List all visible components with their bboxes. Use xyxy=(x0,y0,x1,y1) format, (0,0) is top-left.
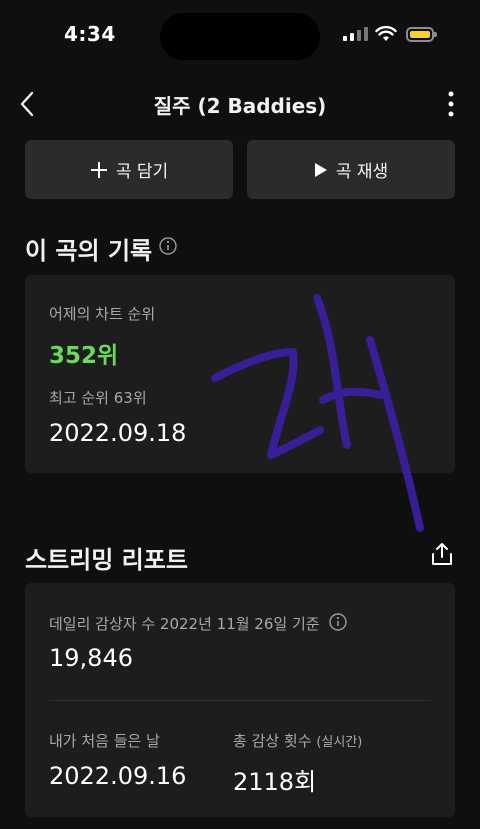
total-plays-label-group: 총 감상 횟수 (실시간) xyxy=(233,730,362,751)
play-button-label: 곡 재생 xyxy=(335,162,389,182)
more-options-icon[interactable] xyxy=(444,90,458,120)
daily-listeners-value: 19,846 xyxy=(49,644,133,672)
first-listen-label: 내가 처음 들은 날 xyxy=(49,732,160,750)
wifi-icon xyxy=(375,25,397,41)
yesterday-rank-value: 352위 xyxy=(49,343,119,369)
streaming-report-card: 데일리 감상자 수 2022년 11월 26일 기준 19,846 내가 처음 … xyxy=(25,583,455,817)
add-button-label: 곡 담기 xyxy=(115,162,169,182)
song-record-title: 이 곡의 기록 xyxy=(25,237,153,265)
page-title: 질주 (2 Baddies) xyxy=(153,94,327,118)
total-plays-label: 총 감상 횟수 xyxy=(233,732,312,750)
add-to-playlist-button[interactable]: 곡 담기 xyxy=(25,140,233,199)
play-song-button[interactable]: 곡 재생 xyxy=(247,140,455,199)
streaming-report-title: 스트리밍 리포트 xyxy=(25,546,188,574)
info-icon[interactable] xyxy=(159,237,177,255)
status-time: 4:34 xyxy=(64,22,116,46)
yesterday-rank-label: 어제의 차트 순위 xyxy=(49,305,156,323)
best-rank-label: 최고 순위 63위 xyxy=(49,389,147,407)
dynamic-island xyxy=(160,13,320,60)
total-plays-value: 2118회 xyxy=(233,768,317,796)
divider xyxy=(49,700,431,701)
info-icon[interactable] xyxy=(329,613,347,631)
battery-icon xyxy=(406,27,437,42)
daily-listeners-label: 데일리 감상자 수 2022년 11월 26일 기준 xyxy=(49,615,320,633)
first-listen-value: 2022.09.16 xyxy=(49,762,187,790)
total-plays-note: (실시간) xyxy=(316,735,363,750)
share-icon[interactable] xyxy=(430,542,454,567)
handwritten-scribble xyxy=(211,294,424,532)
play-icon xyxy=(314,162,327,177)
cellular-signal-icon xyxy=(343,27,368,41)
best-rank-date: 2022.09.18 xyxy=(49,419,187,447)
plus-icon xyxy=(90,161,107,178)
